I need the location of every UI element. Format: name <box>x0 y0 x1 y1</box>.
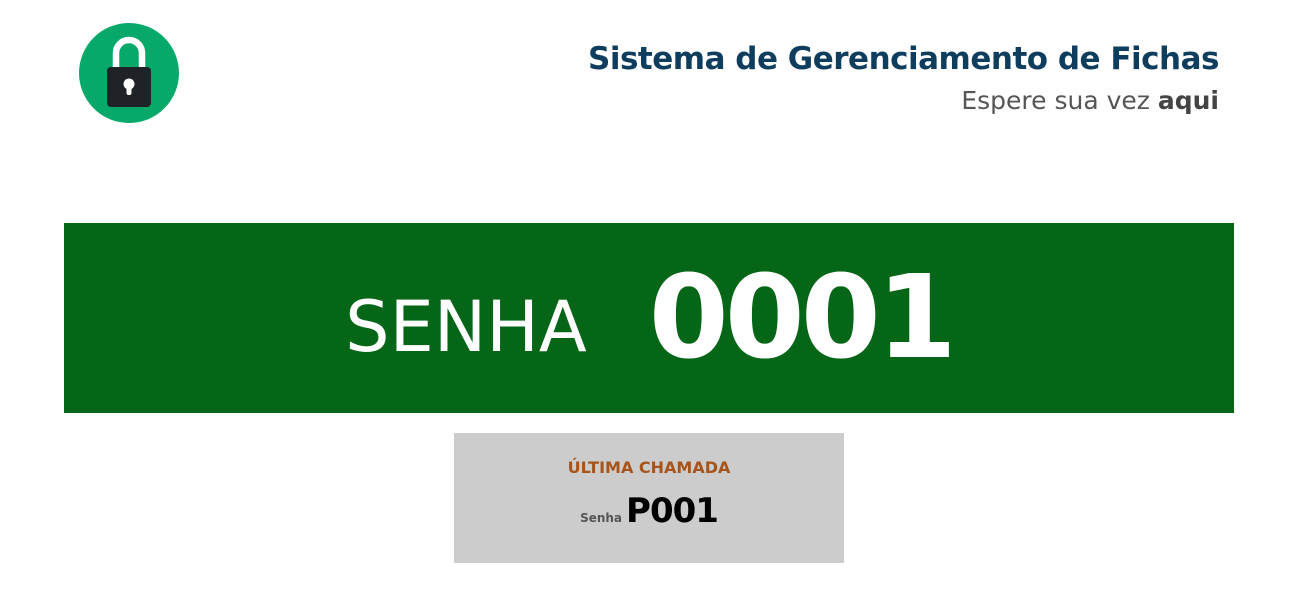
app-logo <box>79 23 179 123</box>
header: Sistema de Gerenciamento de Fichas Esper… <box>588 38 1219 117</box>
last-call-number: P001 <box>626 491 719 531</box>
last-call-panel: ÚLTIMA CHAMADA Senha P001 <box>454 433 844 563</box>
last-call-row: Senha P001 <box>454 491 844 531</box>
padlock-icon <box>79 23 179 123</box>
last-call-title: ÚLTIMA CHAMADA <box>567 458 731 477</box>
last-call-prefix: Senha <box>580 511 623 525</box>
current-call-banner: SENHA 0001 <box>64 223 1234 413</box>
subtitle-emphasis: aqui <box>1157 86 1219 115</box>
current-call-number: 0001 <box>648 251 957 385</box>
app-title: Sistema de Gerenciamento de Fichas <box>588 41 1219 77</box>
subtitle-text: Espere sua vez <box>961 86 1150 115</box>
current-call-label: SENHA <box>345 286 587 368</box>
app-subtitle: Espere sua vez aqui <box>588 85 1219 117</box>
